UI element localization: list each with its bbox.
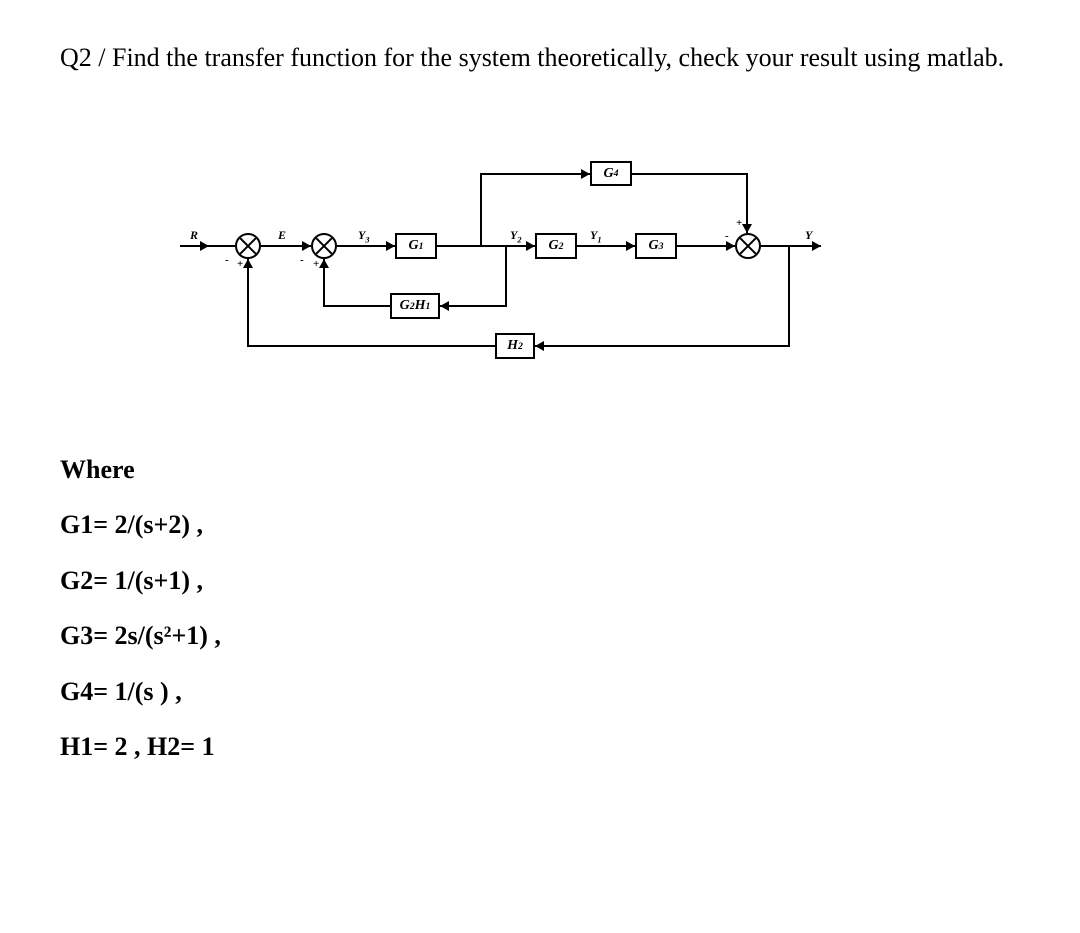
summing-junction-2 xyxy=(311,233,337,259)
signal-y3-label: Y3 xyxy=(358,228,370,244)
equation-g3: G3= 2s/(s²+1) , xyxy=(60,611,1020,660)
block-g1: G1 xyxy=(395,233,437,259)
signal-e-label: E xyxy=(278,228,286,243)
sign-minus-2: - xyxy=(300,254,304,266)
sign-minus: - xyxy=(225,254,229,266)
question-body: Find the transfer function for the syste… xyxy=(112,43,1004,72)
where-heading: Where xyxy=(60,445,1020,494)
block-g4: G4 xyxy=(590,161,632,186)
block-h2: H2 xyxy=(495,333,535,359)
signal-y2-label: Y2 xyxy=(510,228,522,244)
block-diagram: R - + E + - Y3 G1 Y2 G2 Y1 G3 + - Y G4 xyxy=(180,145,880,395)
equation-g1: G1= 2/(s+2) , xyxy=(60,500,1020,549)
signal-y1-label: Y1 xyxy=(590,228,602,244)
block-g3: G3 xyxy=(635,233,677,259)
question-prefix: Q2 / xyxy=(60,43,112,72)
question-text: Q2 / Find the transfer function for the … xyxy=(60,40,1020,75)
where-section: Where G1= 2/(s+2) , G2= 1/(s+1) , G3= 2s… xyxy=(60,445,1020,771)
equation-g2: G2= 1/(s+1) , xyxy=(60,556,1020,605)
equation-h1-h2: H1= 2 , H2= 1 xyxy=(60,722,1020,771)
summing-junction-1 xyxy=(235,233,261,259)
signal-r-label: R xyxy=(190,228,198,243)
block-g2: G2 xyxy=(535,233,577,259)
equation-g4: G4= 1/(s ) , xyxy=(60,667,1020,716)
sign-minus-3: - xyxy=(725,230,729,242)
summing-junction-3 xyxy=(735,233,761,259)
block-g2h1: G2H1 xyxy=(390,293,440,319)
signal-y-label: Y xyxy=(805,228,812,243)
